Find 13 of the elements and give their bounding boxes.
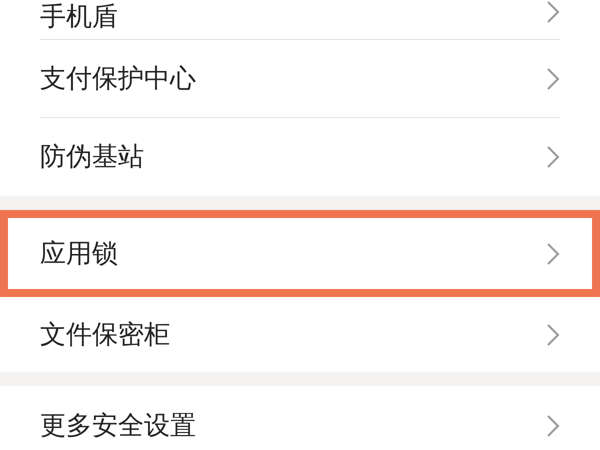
chevron-icon: [546, 322, 560, 346]
row-label: 手机盾: [40, 1, 119, 34]
highlight-frame[interactable]: 应用锁: [0, 210, 600, 297]
row-label: 支付保护中心: [40, 63, 197, 96]
row-label: 应用锁: [40, 238, 119, 270]
row-label: 更多安全设置: [40, 410, 197, 443]
chevron-icon: [546, 0, 560, 24]
chevron-icon: [546, 242, 560, 266]
row-label: 防伪基站: [40, 141, 145, 174]
chevron-icon: [546, 145, 560, 169]
chevron-icon: [546, 67, 560, 91]
row-label: 文件保密柜: [40, 318, 171, 352]
chevron-icon: [546, 414, 560, 438]
